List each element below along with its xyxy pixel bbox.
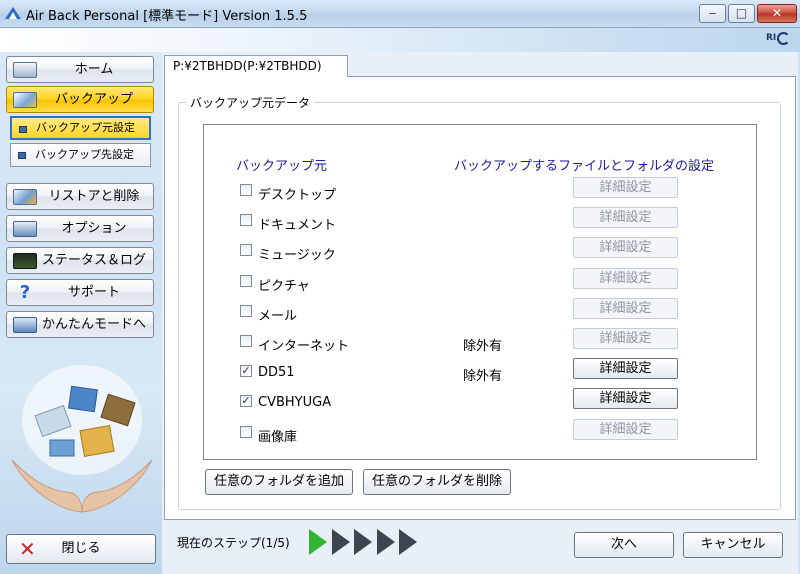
source-checkbox[interactable] (240, 184, 252, 196)
step-arrow-icon (354, 529, 372, 555)
source-row-text: ピクチャ (258, 279, 310, 294)
source-checkbox[interactable] (240, 244, 252, 256)
easy-mode-icon (13, 317, 37, 333)
detail-settings-button[interactable]: 詳細設定 (573, 237, 678, 258)
sidebar-item-label: リストアと削除 (48, 189, 140, 204)
sidebar-item-support[interactable]: ? サポート (6, 279, 154, 306)
close-icon: ✕ (19, 537, 36, 561)
app-logo-icon (5, 7, 21, 19)
close-app-label: 閉じる (61, 541, 101, 556)
sidebar-item-label: かんたんモードへ (41, 317, 146, 332)
restore-icon (13, 189, 37, 205)
subitem-label: バックアップ先設定 (35, 148, 134, 161)
source-checkbox[interactable] (240, 426, 252, 438)
exclusion-badge: 除外有 (463, 369, 503, 384)
source-row-text: デスクトップ (258, 188, 337, 203)
source-checkbox[interactable] (240, 335, 252, 347)
source-row-text: ミュージック (258, 248, 336, 263)
step-arrow-icon (399, 529, 417, 555)
add-folder-button[interactable]: 任意のフォルダを追加 (205, 469, 353, 495)
banner-strip (0, 28, 800, 52)
maximize-button[interactable]: □ (728, 4, 755, 23)
source-row-text: インターネット (258, 339, 350, 354)
window-title: Air Back Personal [標準モード] Version 1.5.5 (26, 9, 308, 24)
step-indicator-text: 現在のステップ(1/5) (177, 536, 290, 550)
source-checkbox-checked[interactable]: ✓ (240, 365, 252, 377)
detail-settings-button[interactable]: 詳細設定 (573, 388, 678, 409)
source-checkbox-checked[interactable]: ✓ (240, 395, 252, 407)
column-header-settings: バックアップするファイルとフォルダの設定 (454, 159, 715, 174)
source-row-text: ドキュメント (258, 218, 337, 233)
bullet-icon (19, 126, 27, 133)
sidebar-item-label: バックアップ (54, 92, 133, 107)
detail-settings-button[interactable]: 詳細設定 (573, 268, 678, 289)
source-row-text: DD51 (258, 365, 295, 380)
sidebar-item-options[interactable]: オプション (6, 215, 154, 242)
exclusion-badge: 除外有 (463, 339, 503, 354)
close-app-button[interactable]: ✕ 閉じる (6, 534, 156, 564)
detail-settings-button[interactable]: 詳細設定 (573, 419, 678, 440)
hands-illustration (11, 365, 153, 513)
source-row-text: メール (258, 309, 298, 324)
detail-settings-button[interactable]: 詳細設定 (573, 358, 678, 379)
detail-settings-button[interactable]: 詳細設定 (573, 207, 678, 228)
step-arrow-icon (331, 529, 350, 555)
step-arrow-icon (309, 529, 327, 555)
close-window-button[interactable]: ✕ (757, 4, 797, 23)
sidebar-item-label: サポート (67, 285, 120, 300)
step-arrow-icon (376, 529, 395, 555)
remove-folder-button[interactable]: 任意のフォルダを削除 (363, 469, 511, 495)
source-row-text: CVBHYUGA (258, 395, 332, 410)
cancel-button[interactable]: キャンセル (683, 532, 783, 558)
detail-settings-button[interactable]: 詳細設定 (573, 298, 678, 319)
tab-drive[interactable]: P:¥2TBHDD(P:¥2TBHDD) (164, 55, 348, 77)
group-title: バックアップ元データ (186, 94, 315, 111)
column-header-source: バックアップ元 (236, 159, 328, 174)
detail-settings-button[interactable]: 詳細設定 (573, 328, 678, 349)
sidebar-item-status-log[interactable]: ステータス＆ログ (6, 247, 154, 274)
sidebar-item-easy-mode[interactable]: かんたんモードへ (6, 311, 154, 338)
title-bar: Air Back Personal [標準モード] Version 1.5.5 … (0, 0, 800, 28)
subitem-backup-destination[interactable]: バックアップ先設定 (10, 143, 151, 167)
support-icon: ? (19, 282, 31, 303)
backup-icon (13, 92, 37, 108)
sidebar-item-label: オプション (61, 221, 127, 236)
home-icon (13, 62, 37, 78)
options-icon (13, 221, 37, 237)
source-checkbox[interactable] (240, 275, 252, 287)
sidebar-item-restore[interactable]: リストアと削除 (6, 183, 154, 210)
subitem-label: バックアップ元設定 (36, 121, 135, 134)
sidebar-item-home[interactable]: ホーム (6, 56, 154, 83)
source-checkbox[interactable] (240, 305, 252, 317)
sidebar-item-label: ステータス＆ログ (41, 253, 146, 268)
detail-settings-button[interactable]: 詳細設定 (573, 177, 678, 198)
status-log-icon (13, 253, 37, 269)
brand-logo: RI (766, 33, 777, 43)
source-row-text: 画像庫 (258, 430, 298, 445)
brand-logo-icon (777, 32, 790, 45)
next-button[interactable]: 次へ (574, 532, 674, 558)
sidebar-item-backup[interactable]: バックアップ (6, 86, 154, 113)
sidebar-item-label: ホーム (74, 62, 114, 77)
bullet-icon (18, 152, 26, 159)
subitem-backup-source[interactable]: バックアップ元設定 (10, 116, 151, 140)
source-checkbox[interactable] (240, 214, 252, 226)
minimize-button[interactable]: ‒ (699, 4, 726, 23)
